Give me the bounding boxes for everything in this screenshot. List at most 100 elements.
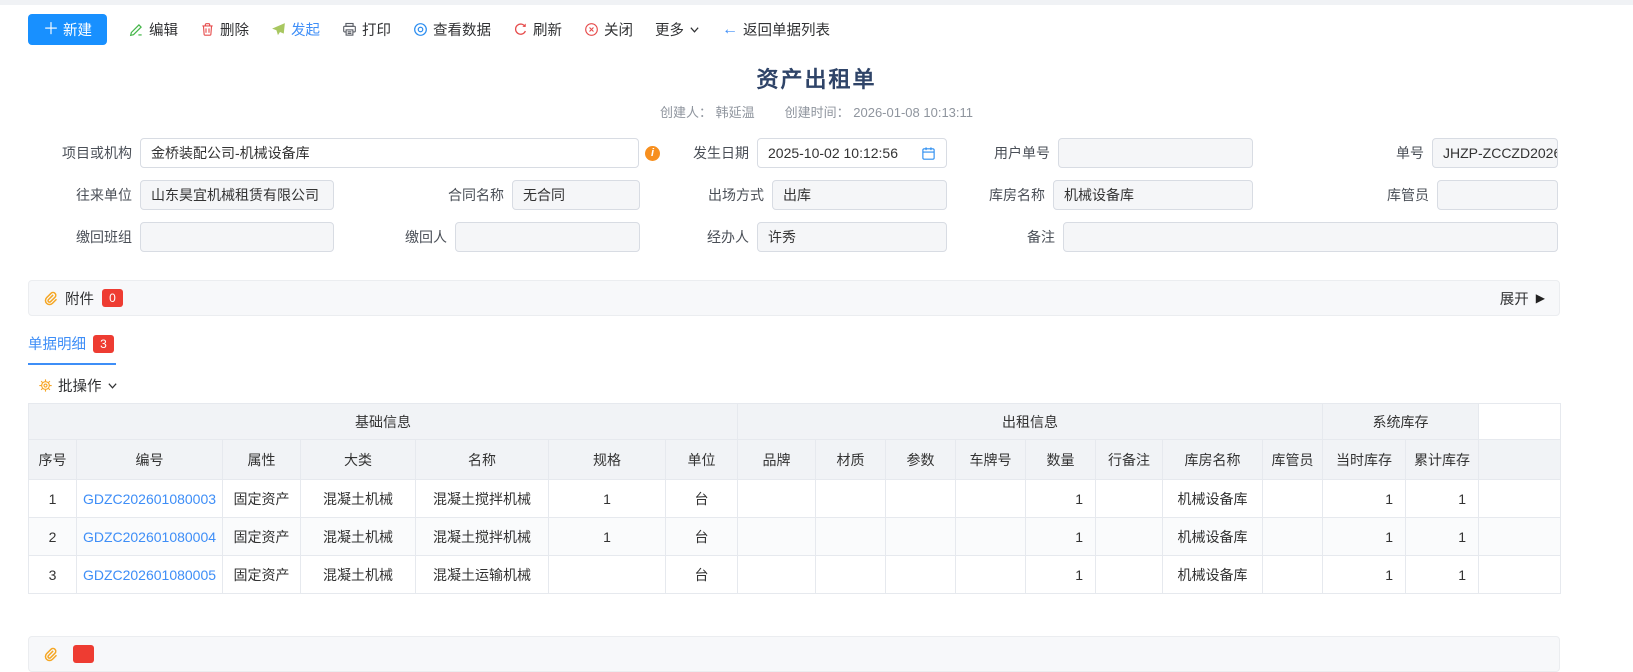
table-cell: 固定资产 [223, 518, 301, 556]
table-cell: 1 [29, 480, 77, 518]
table-cell: 机械设备库 [1163, 518, 1263, 556]
tab-row: 单据明细 3 [28, 331, 1633, 365]
table-cell: 3 [29, 556, 77, 594]
table-cell: 1 [1026, 556, 1096, 594]
column-header: 品牌 [738, 440, 816, 480]
table-cell [1263, 518, 1323, 556]
table-cell: 台 [666, 518, 738, 556]
table-cell [1263, 480, 1323, 518]
group-header-filler [1479, 404, 1561, 440]
asset-code-link[interactable]: GDZC202601080003 [77, 480, 223, 518]
table-cell-filler [1479, 556, 1561, 594]
warehouse-keeper-label: 库管员 [1387, 185, 1429, 205]
table-cell [738, 518, 816, 556]
table-cell [886, 480, 956, 518]
toolbar: ＋新建 编辑 删除 发起 打印 查看数据 刷新 关闭 更多 ← 返回单据列表 [0, 5, 1633, 54]
project-input[interactable]: 金桥装配公司-机械设备库 [140, 138, 639, 168]
field-user-doc-no: 用户单号 [950, 138, 1255, 168]
contract-input[interactable]: 无合同 [512, 180, 640, 210]
table-cell [816, 518, 886, 556]
table-cell: 混凝土运输机械 [416, 556, 549, 594]
warehouse-keeper-input[interactable] [1437, 180, 1558, 210]
field-return-team: 缴回班组 [30, 222, 340, 252]
document-form: 项目或机构 金桥装配公司-机械设备库 i 发生日期 2025-10-02 10:… [30, 138, 1558, 252]
occur-date-input[interactable]: 2025-10-02 10:12:56 [757, 138, 947, 168]
paperclip-icon [43, 291, 58, 306]
table-cell: 2 [29, 518, 77, 556]
edit-button[interactable]: 编辑 [129, 19, 178, 40]
view-data-button[interactable]: 查看数据 [413, 19, 491, 40]
occur-date-label: 发生日期 [693, 143, 749, 163]
new-button[interactable]: ＋新建 [28, 14, 107, 45]
table-cell [956, 556, 1026, 594]
table-cell: 1 [1323, 480, 1406, 518]
paper-plane-icon [271, 22, 286, 37]
column-header: 属性 [223, 440, 301, 480]
table-cell [549, 556, 666, 594]
print-button[interactable]: 打印 [342, 19, 391, 40]
detail-count-badge: 3 [93, 335, 114, 353]
column-header-filler [1479, 440, 1561, 480]
field-warehouse: 库房名称 机械设备库 [950, 180, 1255, 210]
creator-info: 创建人： 韩延温 [660, 102, 755, 121]
detail-table: 基础信息出租信息系统库存序号编号属性大类名称规格单位品牌材质参数车牌号数量行备注… [28, 403, 1561, 594]
group-header: 系统库存 [1323, 404, 1479, 440]
back-to-list-button[interactable]: ← 返回单据列表 [722, 19, 830, 40]
next-section-bar[interactable] [28, 636, 1560, 672]
warehouse-input[interactable]: 机械设备库 [1053, 180, 1253, 210]
asset-code-link[interactable]: GDZC202601080004 [77, 518, 223, 556]
handler-input[interactable]: 许秀 [757, 222, 947, 252]
refresh-button[interactable]: 刷新 [513, 19, 562, 40]
pencil-icon [129, 22, 144, 37]
info-icon[interactable]: i [645, 146, 660, 161]
field-remark: 备注 [950, 222, 1558, 252]
column-header: 累计库存 [1406, 440, 1479, 480]
doc-no-label: 单号 [1396, 143, 1424, 163]
table-cell: 1 [549, 480, 666, 518]
attachments-bar[interactable]: 附件 0 展开 ▶ [28, 280, 1560, 316]
paperclip-icon [43, 647, 58, 662]
field-occur-date: 发生日期 2025-10-02 10:12:56 [660, 138, 950, 168]
launch-button[interactable]: 发起 [271, 19, 320, 40]
table-cell [816, 480, 886, 518]
plus-icon: ＋ [43, 22, 59, 38]
column-header: 序号 [29, 440, 77, 480]
calendar-icon[interactable] [921, 146, 936, 161]
exit-method-input[interactable]: 出库 [772, 180, 947, 210]
counterparty-input[interactable]: 山东昊宜机械租赁有限公司 [140, 180, 334, 210]
user-doc-no-input[interactable] [1058, 138, 1253, 168]
page-title: 资产出租单 [0, 62, 1633, 94]
column-header: 当时库存 [1323, 440, 1406, 480]
delete-button[interactable]: 删除 [200, 19, 249, 40]
table-row: 1GDZC202601080003固定资产混凝土机械混凝土搅拌机械1台1机械设备… [29, 480, 1561, 518]
chevron-down-icon [689, 24, 700, 35]
printer-icon [342, 22, 357, 37]
table-cell: 1 [1323, 556, 1406, 594]
return-team-input[interactable] [140, 222, 334, 252]
table-row: 2GDZC202601080004固定资产混凝土机械混凝土搅拌机械1台1机械设备… [29, 518, 1561, 556]
table-cell [886, 518, 956, 556]
return-person-input[interactable] [455, 222, 640, 252]
table-cell-filler [1479, 518, 1561, 556]
doc-no-input[interactable]: JHZP-ZCCZD20260000001 [1432, 138, 1558, 168]
attachments-label: 附件 [65, 288, 94, 309]
close-button[interactable]: 关闭 [584, 19, 633, 40]
more-button[interactable]: 更多 [655, 19, 700, 40]
table-cell [1096, 518, 1163, 556]
remark-input[interactable] [1063, 222, 1558, 252]
table-cell-filler [1479, 480, 1561, 518]
asset-code-link[interactable]: GDZC202601080005 [77, 556, 223, 594]
handler-label: 经办人 [707, 227, 749, 247]
table-cell: 1 [1406, 556, 1479, 594]
user-doc-no-label: 用户单号 [994, 143, 1050, 163]
expand-button[interactable]: 展开 ▶ [1500, 288, 1545, 309]
field-project: 项目或机构 金桥装配公司-机械设备库 i [30, 138, 660, 168]
table-cell: 1 [549, 518, 666, 556]
column-header: 库房名称 [1163, 440, 1263, 480]
group-header: 基础信息 [29, 404, 738, 440]
column-header: 库管员 [1263, 440, 1323, 480]
tab-detail[interactable]: 单据明细 3 [28, 331, 116, 365]
chevron-down-icon [107, 380, 118, 391]
return-person-label: 缴回人 [405, 227, 447, 247]
batch-ops-button[interactable]: 批操作 [38, 375, 1633, 396]
